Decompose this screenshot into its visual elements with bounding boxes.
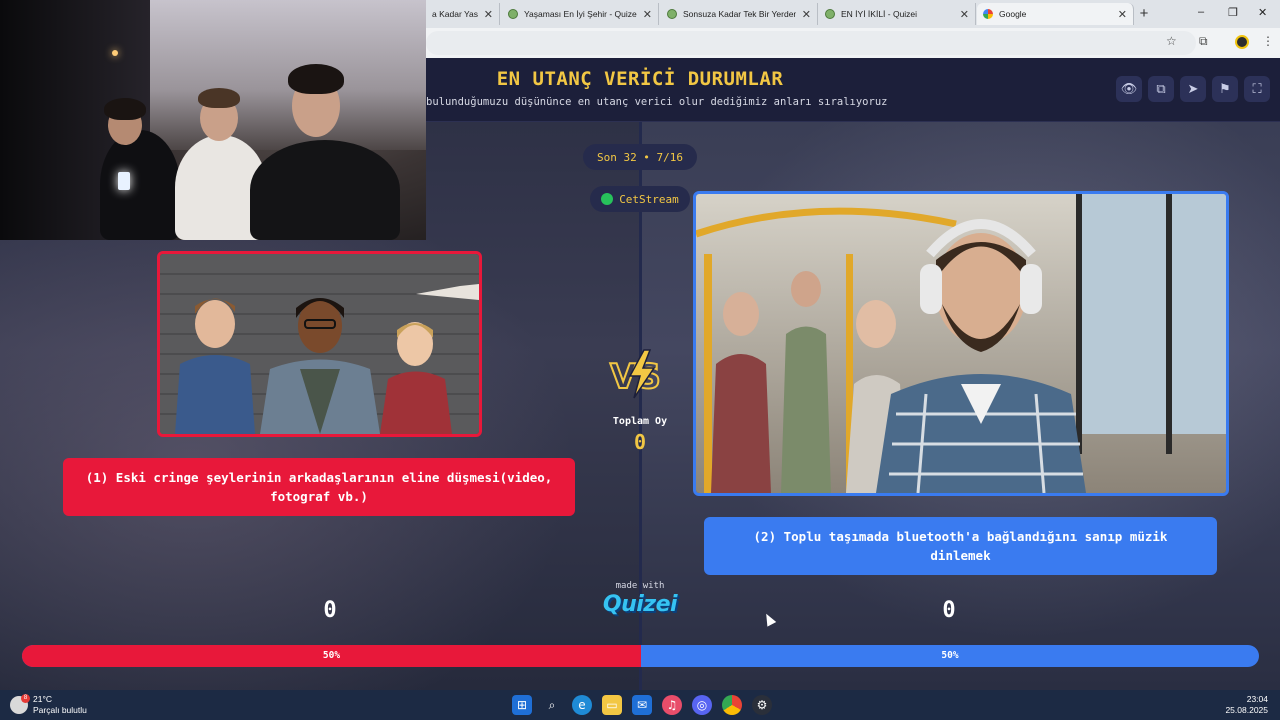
total-votes-value: 0 [633,430,647,454]
option-2-label[interactable]: (2) Toplu taşımada bluetooth'a bağlandığ… [704,517,1217,575]
edge-icon[interactable]: e [572,695,592,715]
close-tab-icon[interactable]: ✕ [484,8,493,21]
streamer-name: CetStream [619,192,679,206]
streamer-avatar [601,193,614,205]
close-tab-icon[interactable]: ✕ [802,8,811,21]
eye-icon[interactable]: 👁 [1116,76,1142,102]
extensions-icon[interactable]: ⧉ [1199,34,1208,49]
option-2-percent: 50% [941,650,959,661]
menu-icon[interactable]: ⋮ [1262,34,1274,48]
system-clock[interactable]: 23:04 25.08.2025 [1225,694,1268,716]
clock-date: 25.08.2025 [1225,705,1268,715]
made-with-label: made with [615,581,665,591]
google-favicon-icon [983,9,993,19]
guest-person [250,140,400,240]
discord-icon[interactable]: ◎ [692,695,712,715]
copy-icon[interactable]: ⧉ [1148,76,1174,102]
chrome-icon[interactable] [722,695,742,715]
option-1-image[interactable] [157,251,482,437]
close-tab-icon[interactable]: ✕ [1118,8,1127,21]
browser-tab[interactable]: Yaşaması En İyi Şehir - Quizei ✕ [502,3,659,25]
address-bar[interactable] [426,31,1196,55]
send-icon[interactable]: ➤ [1180,76,1206,102]
option-1-label[interactable]: (1) Eski cringe şeylerinin arkadaşlarını… [63,458,575,516]
camera-light [118,172,130,190]
clock-time: 23:04 [1246,694,1268,704]
lamp-light [112,50,118,56]
windows-taskbar: 8 21°C Parçalı bulutlu ⊞ ⌕ e ▭ ✉ ♫ ◎ ⚙ 2… [0,690,1280,720]
total-votes-label: Toplam Oy [612,416,668,427]
restore-button[interactable]: ❐ [1228,6,1238,19]
minimize-button[interactable]: ‒ [1198,6,1204,18]
weather-widget[interactable]: 8 21°C Parçalı bulutlu [10,694,87,716]
quizei-favicon-icon [825,9,835,19]
quiz-subtitle: bulunduğumuzu düşününce en utanç verici … [426,96,888,108]
round-indicator: Son 32 • 7/16 [583,144,697,170]
new-tab-button[interactable]: + [1135,5,1153,23]
browser-tab[interactable]: Sonsuza Kadar Tek Bir Yerden B ✕ [661,3,818,25]
browser-tab[interactable]: EN İYİ İKİLİ - Quizei ✕ [819,3,976,25]
close-tab-icon[interactable]: ✕ [643,8,652,21]
streamer-badge: CetStream [590,186,690,212]
vote-progress-bar: 50% 50% [22,645,1259,667]
bookmark-star-icon[interactable]: ☆ [1166,34,1177,48]
quiz-title: EN UTANÇ VERİCİ DURUMLAR [496,68,784,90]
option-2-image[interactable] [693,191,1229,496]
weather-desc: Parçalı bulutlu [33,705,87,715]
streamer-person [100,130,180,240]
fullscreen-icon[interactable]: ⛶ [1244,76,1270,102]
close-tab-icon[interactable]: ✕ [960,8,969,21]
weather-badge: 8 [21,694,30,703]
search-icon[interactable]: ⌕ [542,695,562,715]
browser-tab[interactable]: a Kadar Yasak ✕ [426,3,500,25]
students-pointing-photo [160,254,479,434]
weather-temp: 21°C [33,694,52,704]
windows-start-icon[interactable]: ⊞ [512,695,532,715]
vs-lightning-icon: VS [609,349,662,399]
option-1-percent: 50% [322,650,341,661]
weather-cloud-icon: 8 [10,694,30,714]
file-explorer-icon[interactable]: ▭ [602,695,622,715]
webcam-overlay [0,0,426,240]
quizei-favicon-icon [667,9,677,19]
steam-icon[interactable]: ⚙ [752,695,772,715]
option-1-vote-count: 0 [323,598,337,623]
browser-tab-active[interactable]: Google ✕ [977,3,1134,25]
profile-avatar[interactable] [1235,35,1249,49]
music-icon[interactable]: ♫ [662,695,682,715]
window-close-button[interactable]: ✕ [1258,6,1267,19]
quizei-favicon-icon [508,9,518,19]
option-2-vote-count: 0 [942,598,956,623]
outlook-icon[interactable]: ✉ [632,695,652,715]
quizei-logo[interactable]: Quizei [590,592,690,617]
bus-headphones-photo [696,194,1226,493]
flag-icon[interactable]: ⚑ [1212,76,1238,102]
